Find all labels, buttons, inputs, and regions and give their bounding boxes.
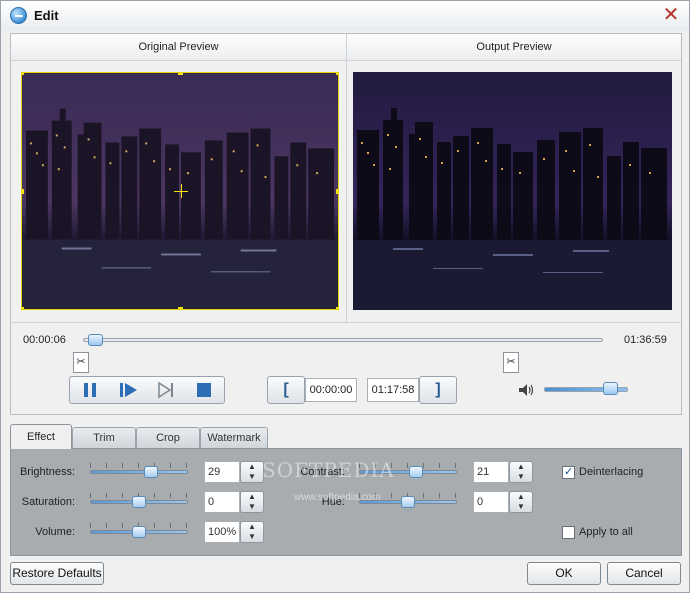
- crop-handle[interactable]: [178, 307, 183, 309]
- slider-track: [90, 470, 188, 474]
- saturation-label: Saturation:: [21, 496, 75, 508]
- spinner-arrows-icon[interactable]: ▲ ▼: [509, 461, 533, 483]
- crop-handle[interactable]: [336, 307, 338, 309]
- edit-window: Edit ✕ Original Preview Output Preview 0…: [0, 0, 690, 593]
- apply-to-all-label[interactable]: Apply to all: [579, 526, 633, 538]
- preview-panel: Original Preview Output Preview 00:00:06…: [10, 33, 682, 415]
- title-bar: Edit ✕: [1, 1, 689, 31]
- softpedia-watermark: SOFTPEDIA: [262, 458, 395, 482]
- set-end-button[interactable]: ]: [419, 376, 457, 404]
- output-preview-video: [353, 72, 672, 310]
- stop-button[interactable]: [190, 379, 218, 401]
- volume-thumb[interactable]: [603, 382, 618, 395]
- next-frame-icon: [158, 381, 173, 399]
- saturation-slider[interactable]: [90, 493, 188, 508]
- trim-end-marker-icon[interactable]: ✂: [503, 352, 519, 373]
- tab-crop[interactable]: Crop: [136, 427, 200, 449]
- spinner-arrows-icon[interactable]: ▲ ▼: [240, 491, 264, 513]
- brightness-slider[interactable]: [90, 463, 188, 478]
- crop-crosshair: [181, 184, 182, 198]
- tab-trim[interactable]: Trim: [72, 427, 136, 449]
- stop-icon: [197, 383, 211, 397]
- tab-watermark[interactable]: Watermark: [200, 427, 268, 449]
- crop-handle[interactable]: [336, 189, 338, 194]
- slider-thumb[interactable]: [132, 496, 146, 508]
- pane-separator: [11, 322, 681, 323]
- volume-effect-slider[interactable]: [90, 523, 188, 538]
- contrast-value[interactable]: 21: [473, 461, 509, 483]
- spinner-arrows-icon[interactable]: ▲ ▼: [509, 491, 533, 513]
- ok-button[interactable]: OK: [527, 562, 601, 585]
- trim-start-time[interactable]: 00:00:00: [305, 378, 357, 402]
- close-icon[interactable]: ✕: [661, 5, 681, 25]
- brightness-label: Brightness:: [19, 466, 75, 478]
- hue-value[interactable]: 0: [473, 491, 509, 513]
- cancel-button[interactable]: Cancel: [607, 562, 681, 585]
- original-preview-video[interactable]: [21, 72, 339, 310]
- spinner-arrows-icon[interactable]: ▲ ▼: [240, 461, 264, 483]
- crop-handle[interactable]: [178, 73, 183, 75]
- crop-handle[interactable]: [22, 189, 24, 194]
- app-icon: [10, 7, 27, 24]
- seek-thumb[interactable]: [88, 334, 103, 346]
- crop-handle[interactable]: [22, 73, 24, 75]
- saturation-value[interactable]: 0: [204, 491, 240, 513]
- play-button[interactable]: [114, 379, 142, 401]
- set-start-button[interactable]: [: [267, 376, 305, 404]
- slider-thumb[interactable]: [401, 496, 415, 508]
- output-preview-header: Output Preview: [346, 34, 681, 61]
- volume-value[interactable]: 100%: [204, 521, 240, 543]
- original-preview-header: Original Preview: [11, 34, 346, 61]
- trim-end-time[interactable]: 01:17:58: [367, 378, 419, 402]
- city-skyline-image: [353, 72, 672, 310]
- current-time: 00:00:06: [23, 334, 66, 346]
- apply-to-all-checkbox[interactable]: [562, 526, 575, 539]
- speaker-icon[interactable]: [518, 383, 534, 397]
- slider-thumb[interactable]: [144, 466, 158, 478]
- trim-start-marker-icon[interactable]: ✂: [73, 352, 89, 373]
- brightness-value[interactable]: 29: [204, 461, 240, 483]
- deinterlacing-checkbox[interactable]: [562, 465, 575, 479]
- seek-bar[interactable]: [83, 338, 603, 342]
- playback-controls: [69, 376, 225, 404]
- pause-icon: [84, 383, 96, 397]
- spinner-arrows-icon[interactable]: ▲ ▼: [240, 521, 264, 543]
- tab-effect[interactable]: Effect: [10, 424, 72, 449]
- next-frame-button[interactable]: [152, 379, 180, 401]
- deinterlacing-label[interactable]: Deinterlacing: [579, 466, 643, 478]
- volume-label: Volume:: [35, 526, 75, 538]
- slider-thumb[interactable]: [132, 526, 146, 538]
- slider-ticks: [90, 463, 188, 468]
- restore-defaults-button[interactable]: Restore Defaults: [10, 562, 104, 585]
- window-title: Edit: [34, 8, 59, 23]
- softpedia-watermark-url: www.softpedia.com: [294, 492, 381, 503]
- pause-button[interactable]: [76, 379, 104, 401]
- crop-handle[interactable]: [22, 307, 24, 309]
- play-icon: [120, 383, 137, 397]
- total-time: 01:36:59: [624, 334, 667, 346]
- crop-handle[interactable]: [336, 73, 338, 75]
- slider-thumb[interactable]: [409, 466, 423, 478]
- pane-divider: [346, 34, 347, 322]
